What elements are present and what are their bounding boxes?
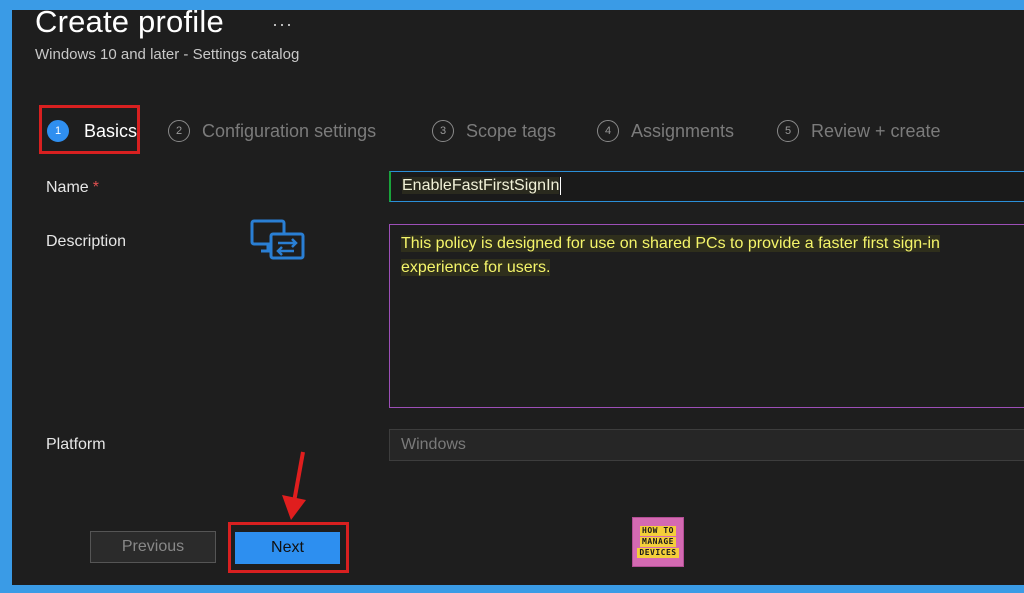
step-number-2: 2 [168, 120, 190, 142]
description-text: This policy is designed for use on share… [401, 235, 940, 276]
step-label-scope-tags: Scope tags [466, 120, 557, 141]
name-label-text: Name [46, 179, 89, 196]
name-input[interactable]: EnableFastFirstSignIn [389, 171, 1024, 202]
page-subtitle: Windows 10 and later - Settings catalog [35, 46, 300, 63]
ellipsis-icon[interactable]: ··· [272, 14, 293, 35]
step-review-create[interactable]: 5 Review + create [777, 118, 941, 144]
step-configuration-settings[interactable]: 2 Configuration settings [168, 118, 376, 144]
name-input-value: EnableFastFirstSignIn [402, 177, 560, 195]
step-label-assignments: Assignments [631, 120, 735, 141]
description-textarea[interactable]: This policy is designed for use on share… [389, 224, 1024, 408]
description-label: Description [46, 233, 127, 250]
step-number-3: 3 [432, 120, 454, 142]
logo-line-2: MANAGE [640, 537, 676, 547]
step-number-5: 5 [777, 120, 799, 142]
create-profile-panel: Create profile ··· Windows 10 and later … [12, 10, 1024, 585]
next-button[interactable]: Next [235, 532, 340, 564]
page-title: Create profile [35, 10, 224, 39]
step-scope-tags[interactable]: 3 Scope tags [432, 118, 556, 144]
basics-highlight-box [39, 105, 140, 154]
platform-label: Platform [46, 436, 106, 453]
previous-button[interactable]: Previous [90, 531, 216, 563]
required-asterisk: * [92, 179, 99, 196]
step-label-configuration-settings: Configuration settings [202, 120, 377, 141]
text-cursor [560, 177, 562, 195]
shared-pc-icon [249, 218, 307, 269]
step-number-4: 4 [597, 120, 619, 142]
logo-line-3: DEVICES [637, 548, 679, 558]
name-field-label: Name * [46, 179, 99, 197]
platform-field: Windows [389, 429, 1024, 461]
logo-line-1: HOW TO [640, 526, 676, 536]
step-label-review-create: Review + create [811, 120, 941, 141]
red-arrow-icon [282, 450, 312, 525]
step-assignments[interactable]: 4 Assignments [597, 118, 734, 144]
how-to-manage-devices-logo: HOW TO MANAGE DEVICES [632, 517, 684, 567]
